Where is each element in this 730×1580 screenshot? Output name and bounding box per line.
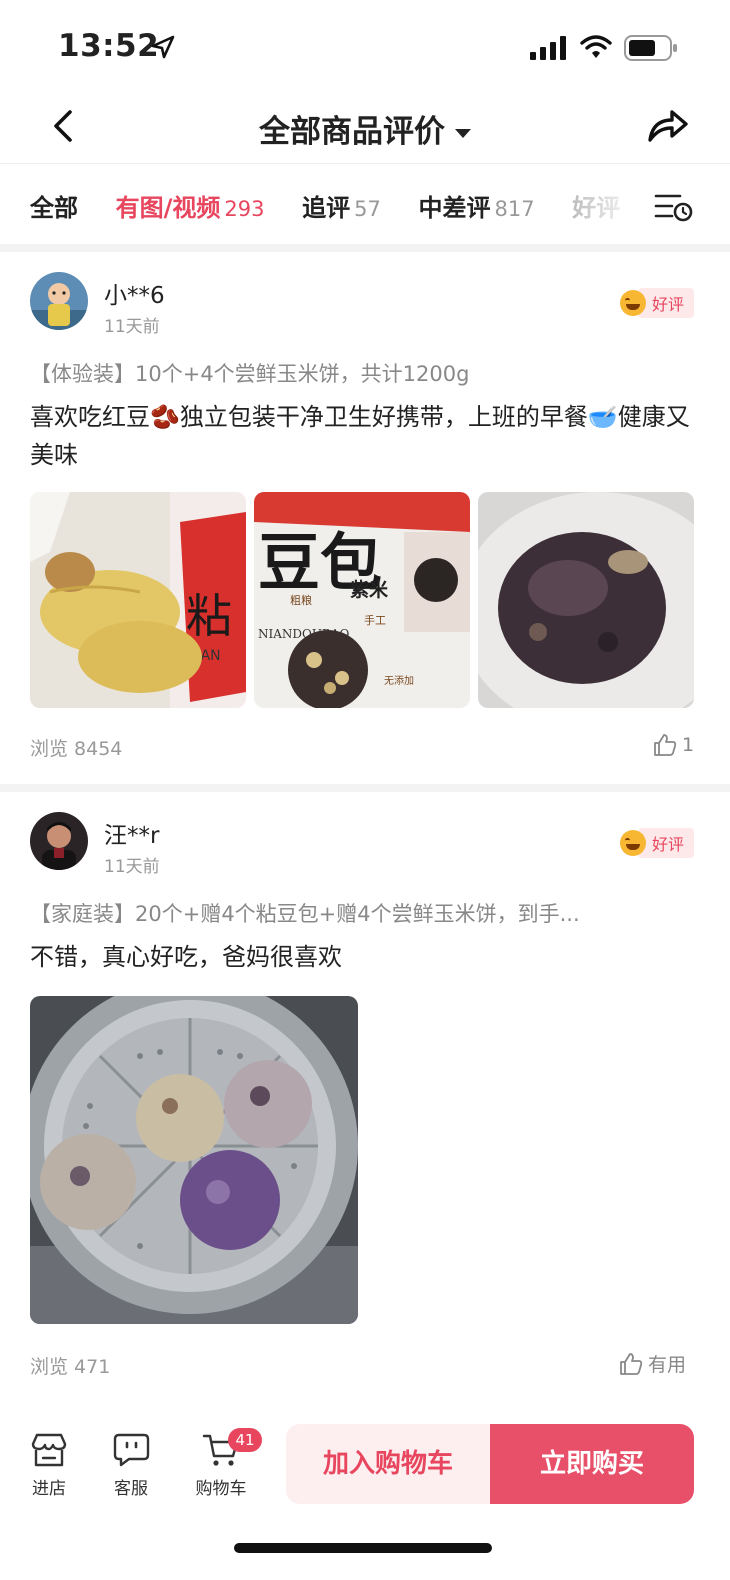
page-title-text: 全部商品评价 <box>259 114 445 150</box>
tab-follow-up[interactable]: 追评 57 <box>302 188 381 223</box>
badge-label: 好评 <box>638 288 695 318</box>
view-count: 浏览 8454 <box>30 738 123 760</box>
happy-face-icon <box>620 290 646 316</box>
review-photo[interactable] <box>30 996 358 1324</box>
tab-all-label: 全部 <box>30 194 78 222</box>
add-to-cart-button[interactable]: 加入购物车 <box>286 1424 490 1504</box>
buy-now-button[interactable]: 立即购买 <box>490 1424 694 1504</box>
review-date: 11天前 <box>104 857 160 877</box>
status-bar: 13:52 <box>0 0 730 92</box>
avatar[interactable] <box>30 272 88 330</box>
tab-follow-up-label: 追评 <box>302 194 351 222</box>
cellular-signal-icon <box>530 36 566 60</box>
tab-negative-label: 中差评 <box>418 194 491 222</box>
location-arrow-icon <box>151 35 175 59</box>
sku-spec: 【体验装】10个+4个尝鲜玉米饼，共计1200g <box>30 362 470 386</box>
review-photo[interactable]: 豆包 紫米 粗粮 手工 无添加 NIANDOUBAO <box>254 492 470 708</box>
photo-brand-char: 粘 <box>186 589 232 643</box>
tabs-fade-overlay <box>570 164 730 246</box>
home-indicator[interactable] <box>234 1543 492 1553</box>
tab-with-media-label: 有图/视频 <box>115 194 221 222</box>
tab-with-media[interactable]: 有图/视频 293 <box>116 188 265 223</box>
photo-steamer <box>30 996 358 1324</box>
tab-negative-count: 817 <box>494 197 535 221</box>
like-button[interactable]: 1 <box>652 732 694 758</box>
tab-negative[interactable]: 中差评 817 <box>419 188 535 223</box>
review-text: 不错，真心好吃，爸妈很喜欢 <box>30 943 342 971</box>
bottom-action-bar: 进店 客服 41 购物车 加入购物车 立即购买 <box>0 1404 730 1580</box>
cart-label: 购物车 <box>195 1479 247 1499</box>
photo-tag: 粗粮 <box>290 593 312 607</box>
helpful-label: 有用 <box>648 1354 687 1376</box>
view-count: 浏览 471 <box>30 1356 111 1378</box>
chat-service-icon <box>113 1433 150 1467</box>
sort-filter-icon[interactable] <box>654 190 694 224</box>
section-divider <box>0 784 730 792</box>
username: 小**6 <box>104 283 165 309</box>
thumbs-up-icon <box>654 734 677 756</box>
section-divider <box>0 244 730 252</box>
photo-package: 豆包 紫米 粗粮 手工 无添加 NIANDOUBAO <box>254 492 470 708</box>
store-button[interactable]: 进店 <box>14 1432 84 1499</box>
battery-icon <box>624 35 677 61</box>
nav-bar: 全部商品评价 <box>0 92 730 164</box>
review-photo[interactable] <box>478 492 694 708</box>
avatar-image <box>30 812 88 870</box>
cart-count-badge: 41 <box>228 1428 262 1452</box>
tab-with-media-count: 293 <box>224 197 265 221</box>
review-card: 小**6 11天前 好评 【体验装】10个+4个尝鲜玉米饼，共计1200g 喜欢… <box>0 252 730 782</box>
photo-flavor: 紫米 <box>350 578 389 601</box>
username: 汪**r <box>104 823 160 849</box>
avatar[interactable] <box>30 812 88 870</box>
helpful-button[interactable]: 有用 <box>618 1350 686 1377</box>
positive-badge: 好评 <box>620 828 695 858</box>
cart-button[interactable]: 41 购物车 <box>186 1428 262 1499</box>
review-card: 汪**r 11天前 好评 【家庭装】20个+赠4个粘豆包+赠4个尝鲜玉米饼，到手… <box>0 792 730 1404</box>
thumbs-up-icon <box>620 1352 643 1375</box>
badge-label: 好评 <box>638 828 695 858</box>
share-icon[interactable] <box>644 102 692 150</box>
avatar-image <box>30 272 88 330</box>
review-text: 喜欢吃红豆🫘独立包装干净卫生好携带，上班的早餐🥣健康又美味 <box>30 403 690 469</box>
review-photo[interactable]: 粘 NIAN <box>30 492 246 708</box>
status-time: 13:52 <box>58 28 160 64</box>
page-title[interactable]: 全部商品评价 <box>0 106 730 151</box>
dropdown-caret-icon <box>455 129 471 138</box>
service-label: 客服 <box>114 1479 148 1499</box>
photo-tag: 无添加 <box>384 674 414 687</box>
photo-yellow-buns: 粘 NIAN <box>30 492 246 708</box>
positive-badge: 好评 <box>620 288 695 318</box>
happy-face-icon <box>620 830 646 856</box>
review-date: 11天前 <box>104 317 160 337</box>
sku-spec: 【家庭装】20个+赠4个粘豆包+赠4个尝鲜玉米饼，到手... <box>30 902 580 926</box>
photo-purple-bun <box>478 492 694 708</box>
service-button[interactable]: 客服 <box>96 1432 166 1499</box>
tab-follow-up-count: 57 <box>354 197 381 221</box>
like-count: 1 <box>682 734 695 756</box>
tab-all[interactable]: 全部 <box>30 188 78 223</box>
store-label: 进店 <box>32 1479 66 1499</box>
wifi-icon <box>580 35 612 58</box>
store-icon <box>31 1433 67 1467</box>
filter-tabs: 全部 有图/视频293 追评57 中差评817 好评 <box>0 164 730 246</box>
photo-tag: 手工 <box>364 613 386 627</box>
